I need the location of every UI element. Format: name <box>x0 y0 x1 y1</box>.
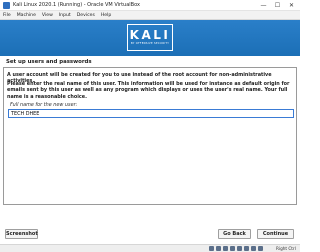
full-name-label: Full name for the new user: <box>10 102 78 108</box>
usb-icon[interactable] <box>237 246 242 251</box>
menu-view[interactable]: View <box>42 13 53 18</box>
virtualbox-icon <box>3 1 10 9</box>
shared-folders-icon[interactable] <box>244 246 249 251</box>
logo-word: KALI <box>129 28 171 42</box>
close-button[interactable]: ✕ <box>286 1 297 10</box>
full-name-input[interactable] <box>8 109 294 118</box>
installer-header: KALI BY OFFENSIVE SECURITY <box>0 20 300 56</box>
step-title: Set up users and passwords <box>6 59 92 65</box>
display-icon[interactable] <box>251 246 256 251</box>
network-icon[interactable] <box>230 246 235 251</box>
optical-drive-icon[interactable] <box>216 246 221 251</box>
menu-file[interactable]: File <box>3 13 11 18</box>
instructions-text: Please enter the real name of this user.… <box>7 81 290 100</box>
go-back-button[interactable]: Go Back <box>218 229 251 239</box>
kali-logo: KALI BY OFFENSIVE SECURITY <box>127 24 173 51</box>
maximize-button[interactable]: ☐ <box>272 1 283 10</box>
continue-button[interactable]: Continue <box>257 229 294 239</box>
audio-icon[interactable] <box>223 246 228 251</box>
screenshot-button[interactable]: Screenshot <box>5 229 38 239</box>
menu-input[interactable]: Input <box>59 13 71 18</box>
logo-tagline: BY OFFENSIVE SECURITY <box>130 42 170 45</box>
window-title: Kali Linux 2020.1 (Running) - Oracle VM … <box>13 2 140 8</box>
minimize-button[interactable]: — <box>258 1 269 10</box>
virtualbox-window: Kali Linux 2020.1 (Running) - Oracle VM … <box>0 0 300 252</box>
menu-bar: File Machine View Input Devices Help <box>0 11 300 20</box>
menu-devices[interactable]: Devices <box>77 13 95 18</box>
hard-disk-icon[interactable] <box>209 246 214 251</box>
title-bar: Kali Linux 2020.1 (Running) - Oracle VM … <box>0 0 300 11</box>
host-key-label: Right Ctrl <box>276 246 296 251</box>
mouse-integration-icon[interactable] <box>258 246 263 251</box>
status-icons <box>209 246 265 251</box>
menu-machine[interactable]: Machine <box>17 13 36 18</box>
status-bar: Right Ctrl <box>0 244 300 252</box>
menu-help[interactable]: Help <box>101 13 111 18</box>
content-panel: A user account will be created for you t… <box>3 67 297 205</box>
